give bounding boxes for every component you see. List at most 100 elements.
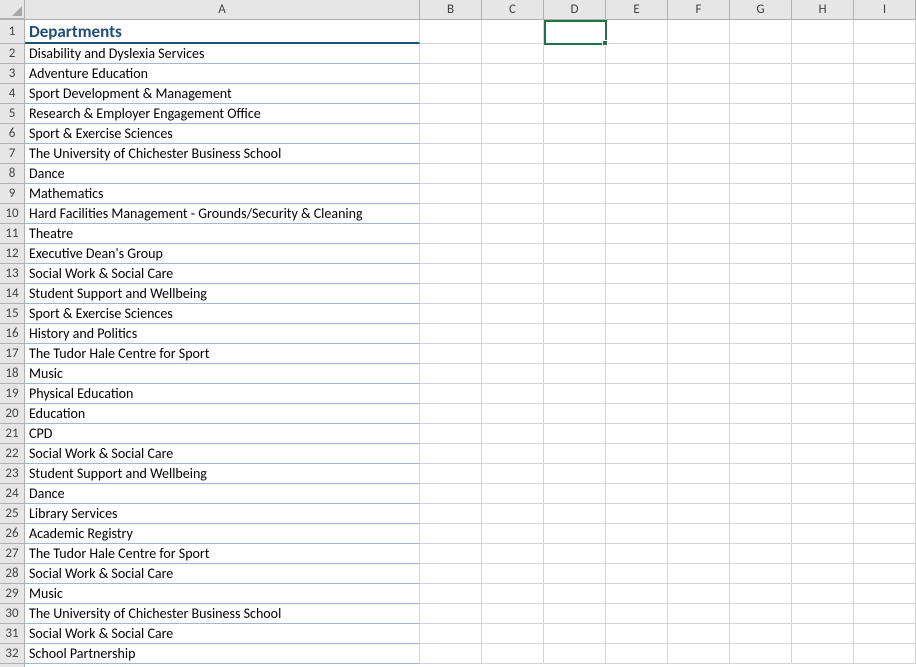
empty-cell[interactable] xyxy=(606,304,668,324)
data-cell[interactable]: CPD xyxy=(25,424,420,444)
empty-cell[interactable] xyxy=(792,484,854,504)
empty-cell[interactable] xyxy=(730,104,792,124)
empty-cell[interactable] xyxy=(544,524,606,544)
empty-cell[interactable] xyxy=(854,544,916,564)
data-cell[interactable]: Student Support and Wellbeing xyxy=(25,284,420,304)
row-header[interactable]: 12 xyxy=(0,244,24,264)
empty-cell[interactable] xyxy=(420,164,482,184)
empty-cell[interactable] xyxy=(668,164,730,184)
row-header[interactable]: 30 xyxy=(0,604,24,624)
empty-cell[interactable] xyxy=(420,524,482,544)
empty-cell[interactable] xyxy=(792,624,854,644)
data-cell[interactable]: Adventure Education xyxy=(25,64,420,84)
empty-cell[interactable] xyxy=(420,64,482,84)
empty-cell[interactable] xyxy=(544,284,606,304)
empty-cell[interactable] xyxy=(854,324,916,344)
data-cell[interactable]: Student Support and Wellbeing xyxy=(25,464,420,484)
row-header[interactable]: 26 xyxy=(0,524,24,544)
table-header-cell[interactable]: Departments xyxy=(25,20,420,44)
row-header[interactable]: 23 xyxy=(0,464,24,484)
empty-cell[interactable] xyxy=(420,404,482,424)
empty-cell[interactable] xyxy=(792,204,854,224)
empty-cell[interactable] xyxy=(792,544,854,564)
empty-cell[interactable] xyxy=(544,44,606,64)
empty-cell[interactable] xyxy=(668,404,730,424)
empty-cell[interactable] xyxy=(482,44,544,64)
data-cell[interactable]: Sport Development & Management xyxy=(25,84,420,104)
data-cell[interactable]: Music xyxy=(25,584,420,604)
empty-cell[interactable] xyxy=(544,264,606,284)
empty-cell[interactable] xyxy=(668,604,730,624)
empty-cell[interactable] xyxy=(606,344,668,364)
empty-cell[interactable] xyxy=(854,184,916,204)
empty-cell[interactable] xyxy=(730,424,792,444)
row-header[interactable]: 3 xyxy=(0,64,24,84)
data-cell[interactable]: Library Services xyxy=(25,504,420,524)
empty-cell[interactable] xyxy=(792,144,854,164)
data-cell[interactable]: The Tudor Hale Centre for Sport xyxy=(25,544,420,564)
empty-cell[interactable] xyxy=(544,604,606,624)
empty-cell[interactable] xyxy=(854,524,916,544)
empty-cell[interactable] xyxy=(792,104,854,124)
empty-cell[interactable] xyxy=(730,444,792,464)
row-header[interactable]: 25 xyxy=(0,504,24,524)
empty-cell[interactable] xyxy=(420,104,482,124)
empty-cell[interactable] xyxy=(606,364,668,384)
empty-cell[interactable] xyxy=(730,404,792,424)
empty-cell[interactable] xyxy=(420,284,482,304)
empty-cell[interactable] xyxy=(730,524,792,544)
empty-cell[interactable] xyxy=(730,244,792,264)
empty-cell[interactable] xyxy=(544,304,606,324)
empty-cell[interactable] xyxy=(482,244,544,264)
empty-cell[interactable] xyxy=(730,264,792,284)
data-cell[interactable]: Physical Education xyxy=(25,384,420,404)
empty-cell[interactable] xyxy=(482,164,544,184)
empty-cell[interactable] xyxy=(730,84,792,104)
empty-cell[interactable] xyxy=(420,464,482,484)
empty-cell[interactable] xyxy=(420,384,482,404)
empty-cell[interactable] xyxy=(420,444,482,464)
empty-cell[interactable] xyxy=(792,20,854,44)
empty-cell[interactable] xyxy=(544,564,606,584)
empty-cell[interactable] xyxy=(420,364,482,384)
empty-cell[interactable] xyxy=(792,504,854,524)
row-header[interactable]: 31 xyxy=(0,624,24,644)
row-header[interactable]: 13 xyxy=(0,264,24,284)
empty-cell[interactable] xyxy=(668,544,730,564)
empty-cell[interactable] xyxy=(854,304,916,324)
empty-cell[interactable] xyxy=(730,184,792,204)
empty-cell[interactable] xyxy=(420,624,482,644)
empty-cell[interactable] xyxy=(854,204,916,224)
empty-cell[interactable] xyxy=(730,604,792,624)
empty-cell[interactable] xyxy=(854,424,916,444)
row-header[interactable]: 21 xyxy=(0,424,24,444)
column-header-A[interactable]: A xyxy=(25,0,420,19)
empty-cell[interactable] xyxy=(420,84,482,104)
empty-cell[interactable] xyxy=(730,324,792,344)
empty-cell[interactable] xyxy=(544,20,606,44)
data-cell[interactable]: The University of Chichester Business Sc… xyxy=(25,604,420,624)
empty-cell[interactable] xyxy=(854,224,916,244)
empty-cell[interactable] xyxy=(668,224,730,244)
column-header-H[interactable]: H xyxy=(792,0,854,19)
empty-cell[interactable] xyxy=(606,584,668,604)
empty-cell[interactable] xyxy=(668,204,730,224)
row-header[interactable]: 10 xyxy=(0,204,24,224)
empty-cell[interactable] xyxy=(792,184,854,204)
empty-cell[interactable] xyxy=(730,44,792,64)
row-header[interactable]: 1 xyxy=(0,20,24,44)
empty-cell[interactable] xyxy=(792,404,854,424)
empty-cell[interactable] xyxy=(606,384,668,404)
empty-cell[interactable] xyxy=(482,404,544,424)
grid-area[interactable]: DepartmentsDisability and Dyslexia Servi… xyxy=(25,20,916,667)
empty-cell[interactable] xyxy=(730,364,792,384)
empty-cell[interactable] xyxy=(544,584,606,604)
empty-cell[interactable] xyxy=(854,84,916,104)
data-cell[interactable]: The Tudor Hale Centre for Sport xyxy=(25,344,420,364)
empty-cell[interactable] xyxy=(730,544,792,564)
empty-cell[interactable] xyxy=(668,84,730,104)
empty-cell[interactable] xyxy=(544,364,606,384)
empty-cell[interactable] xyxy=(792,384,854,404)
empty-cell[interactable] xyxy=(792,244,854,264)
empty-cell[interactable] xyxy=(544,344,606,364)
